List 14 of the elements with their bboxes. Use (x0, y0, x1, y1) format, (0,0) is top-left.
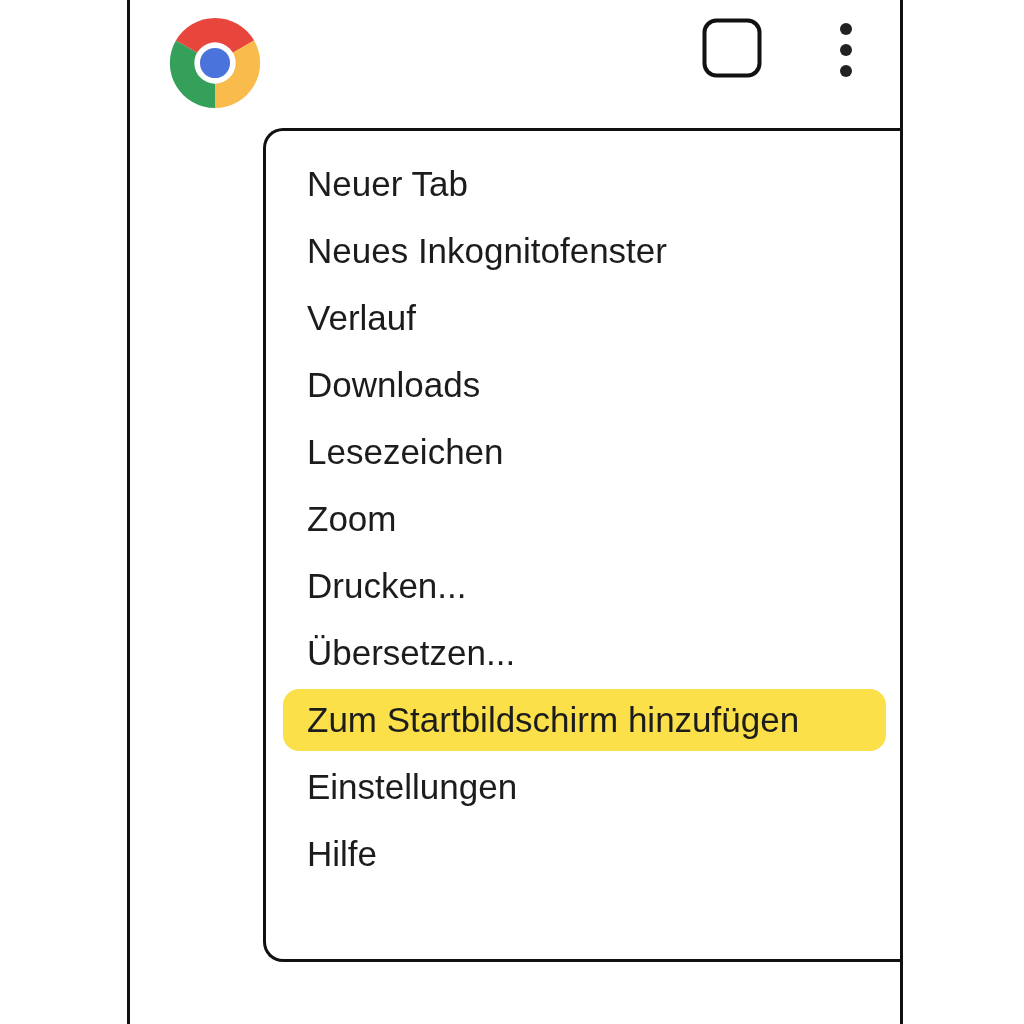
menu-item[interactable]: Einstellungen (283, 756, 886, 818)
menu-item[interactable]: Zum Startbildschirm hinzufügen (283, 689, 886, 751)
menu-item[interactable]: Drucken... (283, 555, 886, 617)
menu-item[interactable]: Neues Inkognitofenster (283, 220, 886, 282)
menu-item[interactable]: Verlauf (283, 287, 886, 349)
menu-item[interactable]: Zoom (283, 488, 886, 550)
menu-icon[interactable] (838, 22, 854, 78)
logo-icon (168, 16, 262, 110)
menu-item[interactable]: Hilfe (283, 823, 886, 885)
menu-item[interactable]: Neuer Tab (283, 153, 886, 215)
menu-item[interactable]: Lesezeichen (283, 421, 886, 483)
square-icon[interactable] (702, 18, 762, 78)
menu-item[interactable]: Übersetzen... (283, 622, 886, 684)
menu-item[interactable]: Downloads (283, 354, 886, 416)
